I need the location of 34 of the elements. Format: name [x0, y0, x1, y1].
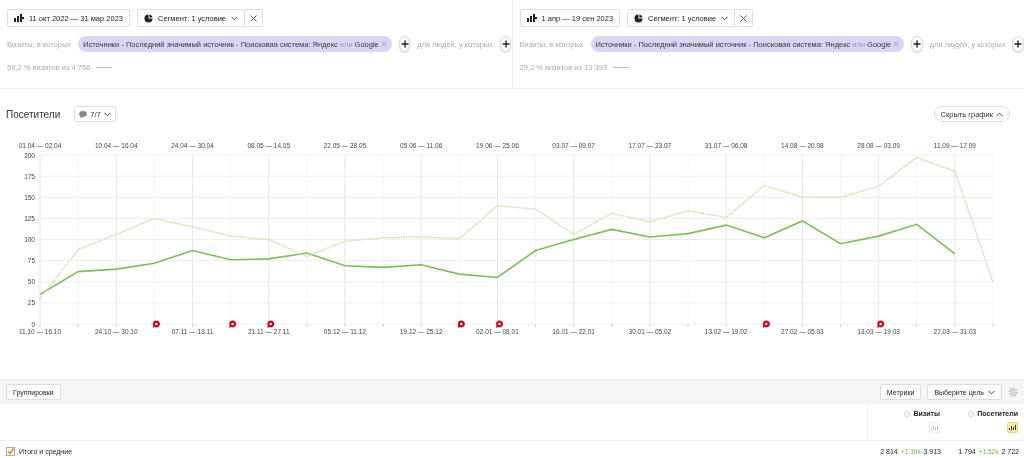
comment-marker-icon[interactable]	[152, 320, 160, 328]
chevron-down-icon	[231, 15, 239, 21]
comment-marker-icon[interactable]	[229, 320, 237, 328]
chevron-down-icon	[103, 111, 111, 117]
close-icon	[740, 14, 748, 22]
chevron-down-icon	[988, 389, 995, 395]
speech-bubble-icon	[79, 110, 88, 118]
add-condition-button[interactable]	[1012, 36, 1024, 52]
add-condition-button[interactable]	[499, 36, 512, 52]
close-button[interactable]	[245, 9, 264, 27]
plus-icon	[1014, 40, 1023, 48]
add-condition-button[interactable]	[398, 36, 411, 52]
comment-marker-icon[interactable]	[762, 320, 770, 328]
comment-marker-icon[interactable]	[877, 320, 885, 328]
bar-chart-icon	[1009, 425, 1016, 430]
chevron-up-icon	[996, 111, 1003, 117]
chart-title: Посетители	[6, 108, 61, 120]
check-icon	[7, 447, 14, 455]
checkbox[interactable]	[6, 446, 15, 456]
comment-marker-icon[interactable]	[457, 320, 465, 328]
pie-chart-icon	[144, 13, 153, 23]
plus-icon	[501, 40, 510, 48]
bar-chart-icon	[931, 425, 938, 430]
comment-marker-icon[interactable]	[495, 320, 504, 328]
close-button[interactable]	[735, 9, 754, 27]
pie-chart-icon	[634, 13, 644, 23]
add-condition-button[interactable]	[911, 36, 923, 52]
plus-icon	[400, 40, 409, 48]
comment-marker-icon[interactable]	[267, 320, 275, 328]
plus-icon	[913, 40, 921, 48]
chart-toggle-button[interactable]	[929, 422, 940, 433]
close-icon	[250, 14, 258, 22]
chevron-down-icon	[721, 15, 729, 21]
chart-toggle-button[interactable]	[1007, 422, 1018, 433]
